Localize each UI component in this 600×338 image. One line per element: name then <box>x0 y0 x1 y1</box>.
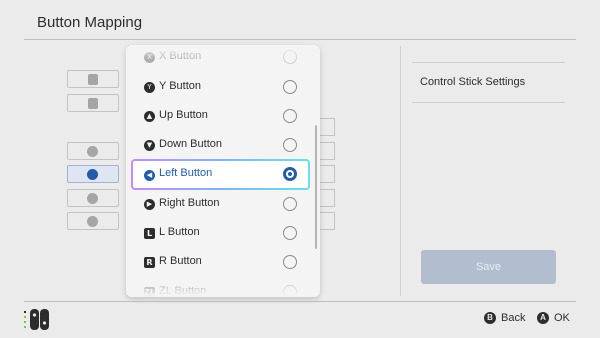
control-stick-settings-item[interactable]: Control Stick Settings <box>420 76 525 88</box>
ok-hint[interactable]: A OK <box>537 312 570 324</box>
radio-button[interactable] <box>283 255 297 269</box>
right-button-icon: ▶ <box>144 199 155 210</box>
dropdown-item-label: R Button <box>159 255 202 267</box>
scroll-fade-top <box>126 45 320 59</box>
header-divider <box>24 39 576 40</box>
joycon-icon <box>24 309 49 330</box>
radio-button[interactable] <box>283 197 297 211</box>
header: Button Mapping <box>0 0 600 40</box>
panel-divider <box>400 46 401 296</box>
left-button-icon: ◀ <box>144 170 155 181</box>
mapping-slot-up[interactable] <box>67 142 119 160</box>
a-button-icon: A <box>537 312 549 324</box>
mapping-slot-right[interactable] <box>67 189 119 207</box>
scroll-fade-bottom <box>126 283 320 297</box>
radio-button[interactable] <box>283 138 297 152</box>
settings-divider <box>412 62 565 63</box>
up-button-icon: ▲ <box>144 111 155 122</box>
back-hint[interactable]: B Back <box>484 312 525 324</box>
save-button[interactable]: Save <box>421 250 556 284</box>
zl-button-icon <box>88 74 98 85</box>
down-button-icon <box>87 216 98 227</box>
radio-button[interactable] <box>283 167 297 181</box>
dropdown-item-label: Up Button <box>159 109 208 121</box>
dropdown-scrollbar[interactable] <box>315 125 317 249</box>
right-button-icon <box>87 193 98 204</box>
dropdown-item-label: L Button <box>159 226 200 238</box>
dropdown-item-label: Left Button <box>159 167 213 179</box>
radio-button[interactable] <box>283 109 297 123</box>
up-button-icon <box>87 146 98 157</box>
dropdown-item-label: Y Button <box>159 80 201 92</box>
radio-button[interactable] <box>283 226 297 240</box>
left-button-icon <box>87 169 98 180</box>
dropdown-item[interactable]: R R Button <box>126 248 320 277</box>
page-title: Button Mapping <box>37 14 143 31</box>
dropdown-item[interactable]: ▼ Down Button <box>126 131 320 160</box>
mapping-slot-l[interactable] <box>67 94 119 112</box>
dropdown-item[interactable]: ▲ Up Button <box>126 102 320 131</box>
dropdown-item[interactable]: ◀ Left Button <box>131 159 310 190</box>
footer-divider <box>24 301 576 302</box>
l-button-icon <box>88 98 98 109</box>
mapping-slot-left[interactable] <box>67 165 119 183</box>
y-button-icon: Y <box>144 82 155 93</box>
ok-label: OK <box>554 312 570 324</box>
dropdown-item[interactable]: Y Y Button <box>126 73 320 102</box>
mapping-slot-zl[interactable] <box>67 70 119 88</box>
down-button-icon: ▼ <box>144 140 155 151</box>
back-label: Back <box>501 312 526 324</box>
settings-divider <box>412 102 565 103</box>
l-button-icon: L <box>144 228 155 239</box>
mapping-slot-down[interactable] <box>67 212 119 230</box>
r-button-icon: R <box>144 257 155 268</box>
dropdown-item[interactable]: L L Button <box>126 219 320 248</box>
dropdown-item[interactable]: ▶ Right Button <box>126 190 320 219</box>
radio-button[interactable] <box>283 80 297 94</box>
dropdown-item-label: Right Button <box>159 197 220 209</box>
dropdown-item-label: Down Button <box>159 138 222 150</box>
b-button-icon: B <box>484 312 496 324</box>
button-select-dropdown[interactable]: XX ButtonYY Button▲Up Button▼Down Button… <box>126 45 320 297</box>
